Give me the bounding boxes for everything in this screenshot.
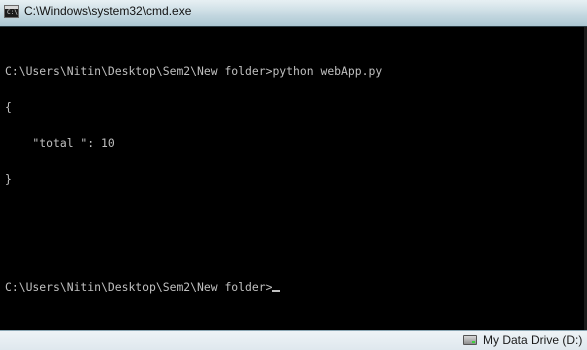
console-line: C:\Users\Nitin\Desktop\Sem2\New folder>p… [5, 64, 383, 78]
cmd-window: C:\ C:\Windows\system32\cmd.exe C:\Users… [0, 0, 587, 331]
explorer-background-strip: My Data Drive (D:) [0, 330, 587, 350]
console-line: "total ": 10 [5, 136, 115, 150]
hard-drive-icon[interactable] [463, 335, 477, 345]
cmd-icon[interactable]: C:\ [4, 5, 19, 18]
title-bar[interactable]: C:\ C:\Windows\system32\cmd.exe [0, 0, 587, 26]
console-lines: C:\Users\Nitin\Desktop\Sem2\New folder>p… [5, 41, 587, 317]
console-prompt: C:\Users\Nitin\Desktop\Sem2\New folder> [5, 280, 273, 294]
console-output[interactable]: C:\Users\Nitin\Desktop\Sem2\New folder>p… [0, 26, 587, 331]
drive-label[interactable]: My Data Drive (D:) [483, 333, 582, 347]
text-cursor [272, 290, 281, 292]
console-line: { [5, 100, 12, 114]
console-line: } [5, 172, 12, 186]
window-title: C:\Windows\system32\cmd.exe [24, 4, 192, 18]
console-prompt-line: C:\Users\Nitin\Desktop\Sem2\New folder> [5, 281, 587, 293]
